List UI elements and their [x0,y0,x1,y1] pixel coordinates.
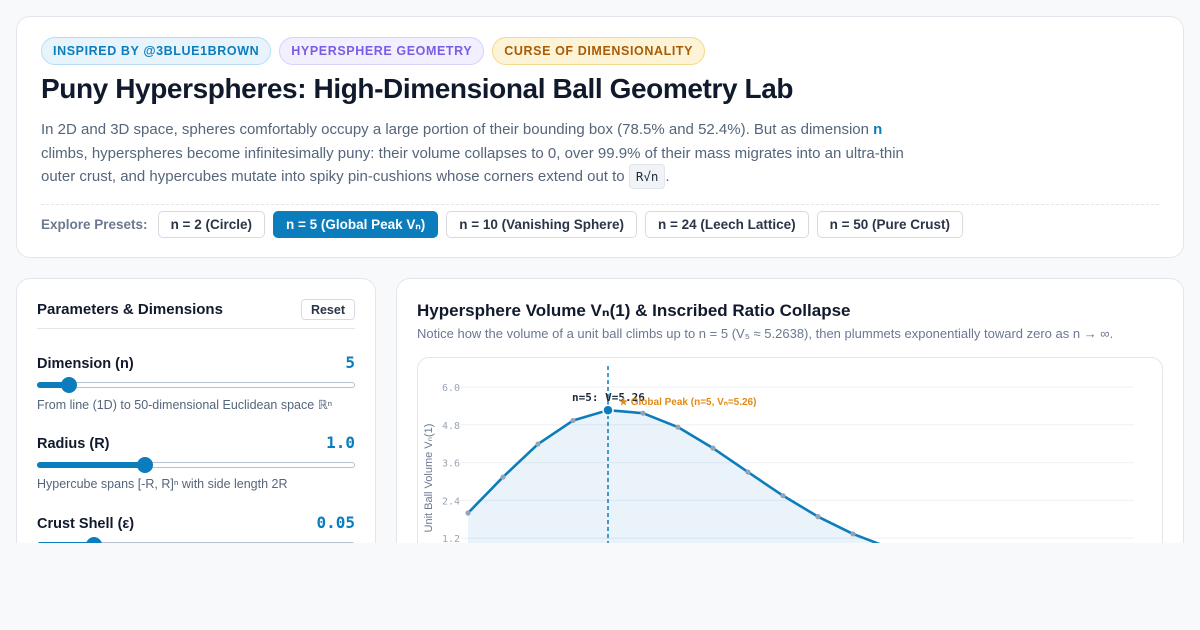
data-point [570,417,576,424]
data-point [815,514,821,520]
panel-divider [37,328,355,329]
preset-n5-button[interactable]: n = 5 (Global Peak Vₙ) [272,211,439,238]
data-point [640,410,646,416]
dimension-hint: From line (1D) to 50-dimensional Euclide… [37,398,333,412]
preset-n10-button[interactable]: n = 10 (Vanishing Sphere) [446,211,637,238]
reset-button[interactable]: Reset [300,299,355,320]
data-point [780,493,786,499]
y-tick-label: 4.8 [442,421,460,432]
parameters-panel: Parameters & Dimensions Reset Dimension … [16,278,376,578]
dimension-value: 5 [345,353,355,372]
presets-label: Explore Presets: [41,217,148,232]
radius-slider-fill [37,462,146,468]
page-title: Puny Hyperspheres: High-Dimensional Ball… [41,73,794,104]
chart-title: Hypersphere Volume Vₙ(1) & Inscribed Rat… [417,301,851,320]
preset-n50-button[interactable]: n = 50 (Pure Crust) [816,211,964,238]
badge-curse-of-dimensionality: CURSE OF DIMENSIONALITY [492,37,706,65]
intro-text-2: climbs, hyperspheres become infinitesima… [41,144,904,186]
y-tick-label: 3.6 [442,459,460,470]
radius-control: Radius (R) 1.0 Hypercube spans [-R, R]ⁿ … [37,433,355,491]
radius-label: Radius (R) [37,436,110,452]
preset-n24-button[interactable]: n = 24 (Leech Lattice) [644,211,809,238]
y-tick-label: 2.4 [442,496,460,507]
data-point [745,469,751,475]
page-background [0,543,1200,630]
dimension-slider[interactable] [37,377,355,393]
badge-row: INSPIRED BY @3BLUE1BROWN HYPERSPHERE GEO… [41,37,706,65]
intro-code-rootn: R√n [628,164,666,189]
intro-dimension-highlight: n [873,121,883,138]
data-point [710,445,716,451]
header-divider [41,204,1159,205]
data-point [465,510,471,516]
y-axis-label: Unit Ball Volume Vₙ(1) [423,424,435,533]
intro-paragraph: In 2D and 3D space, spheres comfortably … [41,118,921,189]
preset-bar: Explore Presets: n = 2 (Circle) n = 5 (G… [41,211,964,238]
header-card: INSPIRED BY @3BLUE1BROWN HYPERSPHERE GEO… [16,16,1184,258]
y-tick-label: 6.0 [442,383,460,394]
peak-point [602,404,614,416]
peak-annotation: ★ Global Peak (n=5, Vₙ=5.26) [619,397,756,408]
dimension-slider-thumb[interactable] [60,377,77,393]
dimension-control: Dimension (n) 5 From line (1D) to 50-dim… [37,353,355,412]
intro-text-1: In 2D and 3D space, spheres comfortably … [41,121,874,138]
data-point [535,441,541,447]
data-point [675,424,681,430]
volume-chart-panel: Hypersphere Volume Vₙ(1) & Inscribed Rat… [396,278,1184,578]
chart-subtitle: Notice how the volume of a unit ball cli… [417,326,1114,341]
crust-label: Crust Shell (ε) [37,516,135,532]
radius-value: 1.0 [326,433,355,452]
parameters-title: Parameters & Dimensions [37,301,223,318]
preset-n2-button[interactable]: n = 2 (Circle) [157,211,265,238]
badge-inspired: INSPIRED BY @3BLUE1BROWN [41,37,272,65]
badge-hypersphere-geometry: HYPERSPHERE GEOMETRY [279,37,485,65]
intro-text-3: . [665,168,670,185]
dimension-slider-track[interactable] [37,382,355,388]
dimension-label: Dimension (n) [37,356,134,372]
radius-hint: Hypercube spans [-R, R]ⁿ with side lengt… [37,477,288,491]
crust-value: 0.05 [316,513,355,532]
data-point [500,474,506,480]
radius-slider-thumb[interactable] [137,457,154,473]
data-point [850,531,856,537]
radius-slider[interactable] [37,457,355,473]
